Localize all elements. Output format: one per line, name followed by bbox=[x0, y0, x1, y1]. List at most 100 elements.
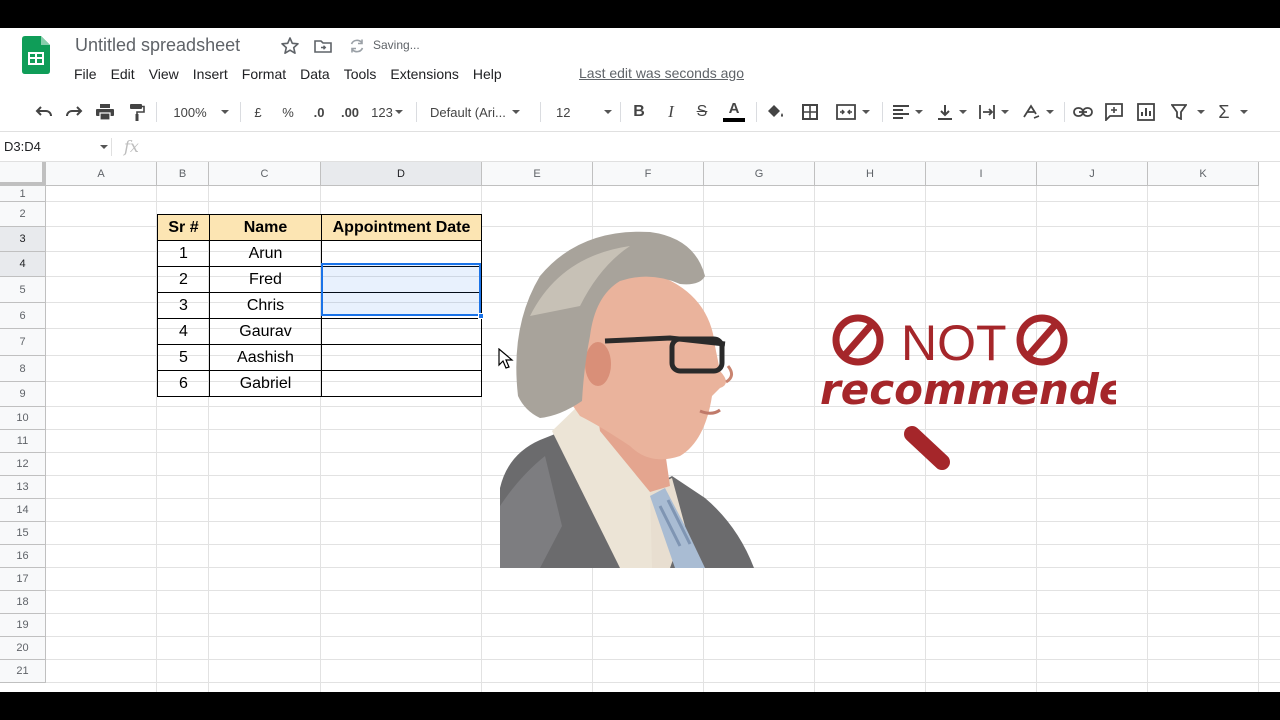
row-header-18[interactable]: 18 bbox=[0, 591, 46, 614]
table-cell-sr[interactable]: 6 bbox=[157, 370, 210, 397]
table-cell-date[interactable] bbox=[321, 344, 482, 371]
row-header-14[interactable]: 14 bbox=[0, 499, 46, 522]
vertical-align-button[interactable] bbox=[934, 102, 970, 122]
table-cell-name[interactable]: Arun bbox=[209, 240, 322, 267]
currency-format-button[interactable]: £ bbox=[250, 102, 266, 122]
row-header-2[interactable]: 2 bbox=[0, 202, 46, 227]
row-header-15[interactable]: 15 bbox=[0, 522, 46, 545]
text-wrapping-button[interactable] bbox=[976, 102, 1012, 122]
table-cell-sr[interactable]: 3 bbox=[157, 292, 210, 319]
fill-color-button[interactable] bbox=[766, 102, 786, 122]
italic-button[interactable]: I bbox=[662, 102, 680, 122]
row-header-6[interactable]: 6 bbox=[0, 303, 46, 329]
star-icon[interactable] bbox=[280, 36, 300, 56]
table-cell-name[interactable]: Gabriel bbox=[209, 370, 322, 397]
redo-button[interactable] bbox=[64, 102, 84, 122]
column-header-d[interactable]: D bbox=[321, 162, 482, 186]
text-color-button[interactable]: A bbox=[722, 101, 746, 122]
column-header-j[interactable]: J bbox=[1037, 162, 1148, 186]
move-to-folder-icon[interactable] bbox=[313, 36, 333, 56]
table-header-name[interactable]: Name bbox=[209, 214, 322, 241]
table-cell-name[interactable]: Aashish bbox=[209, 344, 322, 371]
name-box[interactable]: D3:D4 bbox=[4, 139, 41, 154]
row-header-8[interactable]: 8 bbox=[0, 356, 46, 382]
row-header-9[interactable]: 9 bbox=[0, 382, 46, 407]
row-header-1[interactable]: 1 bbox=[0, 186, 46, 202]
font-size-select[interactable]: 12 bbox=[556, 102, 612, 122]
more-formats-button[interactable]: 123 bbox=[368, 102, 406, 122]
row-header-20[interactable]: 20 bbox=[0, 637, 46, 660]
row-header-10[interactable]: 10 bbox=[0, 407, 46, 430]
select-all-corner[interactable] bbox=[0, 162, 46, 186]
table-header-appointment-date[interactable]: Appointment Date bbox=[321, 214, 482, 241]
decrease-decimal-button[interactable]: .0 bbox=[308, 102, 330, 122]
increase-decimal-button[interactable]: .00 bbox=[338, 102, 362, 122]
table-header-sr[interactable]: Sr # bbox=[157, 214, 210, 241]
table-cell-name[interactable]: Gaurav bbox=[209, 318, 322, 345]
insert-chart-button[interactable] bbox=[1136, 102, 1156, 122]
merge-cells-button[interactable] bbox=[832, 102, 874, 122]
table-cell-name[interactable]: Fred bbox=[209, 266, 322, 293]
row-header-4[interactable]: 4 bbox=[0, 252, 46, 277]
table-cell-name[interactable]: Chris bbox=[209, 292, 322, 319]
table-cell-sr[interactable]: 1 bbox=[157, 240, 210, 267]
row-header-13[interactable]: 13 bbox=[0, 476, 46, 499]
menu-help[interactable]: Help bbox=[466, 64, 509, 84]
insert-comment-button[interactable] bbox=[1104, 102, 1124, 122]
insert-link-button[interactable] bbox=[1072, 102, 1094, 122]
bold-button[interactable]: B bbox=[630, 102, 648, 122]
menu-insert[interactable]: Insert bbox=[186, 64, 235, 84]
column-header-f[interactable]: F bbox=[593, 162, 704, 186]
undo-button[interactable] bbox=[34, 102, 54, 122]
menu-edit[interactable]: Edit bbox=[104, 64, 142, 84]
horizontal-align-button[interactable] bbox=[890, 102, 926, 122]
menu-format[interactable]: Format bbox=[235, 64, 293, 84]
percent-format-button[interactable]: % bbox=[280, 102, 296, 122]
font-family-select[interactable]: Default (Ari... bbox=[430, 102, 530, 122]
borders-button[interactable] bbox=[800, 102, 820, 122]
column-header-a[interactable]: A bbox=[46, 162, 157, 186]
row-header-5[interactable]: 5 bbox=[0, 277, 46, 303]
column-header-c[interactable]: C bbox=[209, 162, 321, 186]
cell-selection-range[interactable] bbox=[321, 263, 481, 316]
row-header-17[interactable]: 17 bbox=[0, 568, 46, 591]
row-header-19[interactable]: 19 bbox=[0, 614, 46, 637]
table-cell-sr[interactable]: 2 bbox=[157, 266, 210, 293]
spreadsheet-grid[interactable]: ABCDEFGHIJK 1 2 3 4 5 6 7 8 9 10 11 12 13 14 15 16 17 18 1… bbox=[0, 162, 1280, 692]
zoom-select[interactable]: 100% bbox=[170, 102, 232, 122]
functions-button[interactable]: Σ bbox=[1216, 102, 1250, 122]
row-header-7[interactable]: 7 bbox=[0, 329, 46, 356]
column-header-k[interactable]: K bbox=[1148, 162, 1259, 186]
menu-extensions[interactable]: Extensions bbox=[383, 64, 465, 84]
menu-data[interactable]: Data bbox=[293, 64, 337, 84]
paint-format-button[interactable] bbox=[127, 102, 147, 122]
fill-handle[interactable] bbox=[478, 313, 484, 319]
column-header-h[interactable]: H bbox=[815, 162, 926, 186]
grid-horizontal-line bbox=[46, 659, 1280, 660]
row-header-11[interactable]: 11 bbox=[0, 430, 46, 453]
row-header-3[interactable]: 3 bbox=[0, 227, 46, 252]
marker-stroke bbox=[904, 426, 950, 470]
row-header-16[interactable]: 16 bbox=[0, 545, 46, 568]
document-title[interactable]: Untitled spreadsheet bbox=[75, 35, 240, 56]
print-button[interactable] bbox=[95, 102, 115, 122]
sheets-logo-icon[interactable] bbox=[22, 36, 50, 74]
strikethrough-button[interactable]: S bbox=[693, 102, 711, 122]
column-header-i[interactable]: I bbox=[926, 162, 1037, 186]
menu-view[interactable]: View bbox=[142, 64, 186, 84]
filter-button[interactable] bbox=[1168, 102, 1208, 122]
column-header-b[interactable]: B bbox=[157, 162, 209, 186]
row-header-21[interactable]: 21 bbox=[0, 660, 46, 683]
last-edit-link[interactable]: Last edit was seconds ago bbox=[579, 65, 744, 81]
column-header-e[interactable]: E bbox=[482, 162, 593, 186]
table-cell-sr[interactable]: 5 bbox=[157, 344, 210, 371]
menu-file[interactable]: File bbox=[67, 64, 104, 84]
name-box-dropdown-icon[interactable] bbox=[100, 145, 108, 149]
table-cell-date[interactable] bbox=[321, 370, 482, 397]
column-header-g[interactable]: G bbox=[704, 162, 815, 186]
table-cell-date[interactable] bbox=[321, 318, 482, 345]
menu-tools[interactable]: Tools bbox=[337, 64, 384, 84]
table-cell-sr[interactable]: 4 bbox=[157, 318, 210, 345]
row-header-12[interactable]: 12 bbox=[0, 453, 46, 476]
text-rotation-button[interactable] bbox=[1020, 102, 1056, 122]
